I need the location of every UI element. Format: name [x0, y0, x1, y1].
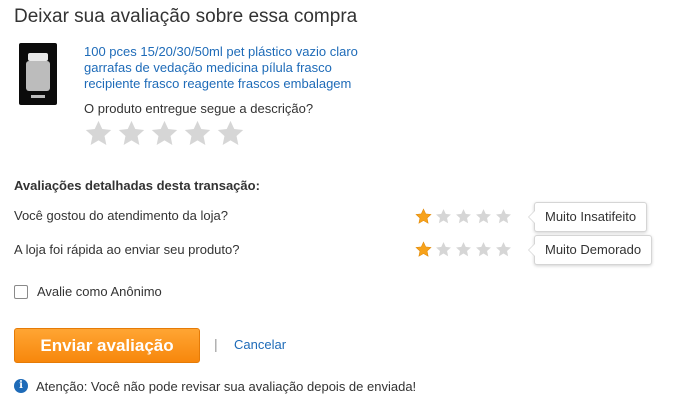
star-icon[interactable]: [117, 118, 146, 149]
submit-review-button[interactable]: Enviar avaliação: [14, 328, 200, 363]
bottle-body-shape: [26, 61, 50, 91]
info-icon: i: [14, 379, 28, 393]
page-title: Deixar sua avaliação sobre essa compra: [14, 6, 358, 27]
star-icon[interactable]: [415, 208, 432, 225]
star-icon[interactable]: [435, 241, 452, 258]
cancel-link[interactable]: Cancelar: [234, 337, 286, 352]
star-icon[interactable]: [183, 118, 212, 149]
product-description-question: O produto entregue segue a descrição?: [84, 101, 314, 116]
product-thumbnail[interactable]: [19, 43, 57, 105]
bottle-cap-shape: [28, 53, 48, 61]
star-icon[interactable]: [84, 118, 113, 149]
star-icon[interactable]: [415, 241, 432, 258]
star-icon[interactable]: [455, 241, 472, 258]
product-link[interactable]: 100 pces 15/20/30/50ml pet plástico vazi…: [84, 44, 384, 92]
service-rating-stars[interactable]: [415, 208, 512, 225]
star-icon[interactable]: [475, 241, 492, 258]
star-icon[interactable]: [435, 208, 452, 225]
bottle-label-shape: [31, 95, 45, 98]
product-rating-stars[interactable]: [84, 118, 245, 149]
detailed-ratings-title: Avaliações detalhadas desta transação:: [14, 178, 260, 193]
shipping-rating-tooltip: Muito Demorado: [527, 235, 653, 265]
service-question: Você gostou do atendimento da loja?: [14, 208, 228, 223]
star-icon[interactable]: [475, 208, 492, 225]
anonymous-option[interactable]: Avalie como Anônimo: [14, 284, 162, 299]
anonymous-checkbox[interactable]: [14, 284, 28, 299]
anonymous-label: Avalie como Anônimo: [37, 284, 162, 299]
star-icon[interactable]: [216, 118, 245, 149]
star-icon[interactable]: [150, 118, 179, 149]
action-separator: |: [214, 336, 218, 352]
notice-text: Atenção: Você não pode revisar sua avali…: [36, 379, 417, 394]
service-rating-tooltip: Muito Insatifeito: [527, 202, 648, 232]
shipping-question: A loja foi rápida ao enviar seu produto?: [14, 242, 240, 257]
star-icon[interactable]: [495, 208, 512, 225]
star-icon[interactable]: [495, 241, 512, 258]
star-icon[interactable]: [455, 208, 472, 225]
shipping-rating-stars[interactable]: [415, 241, 512, 258]
